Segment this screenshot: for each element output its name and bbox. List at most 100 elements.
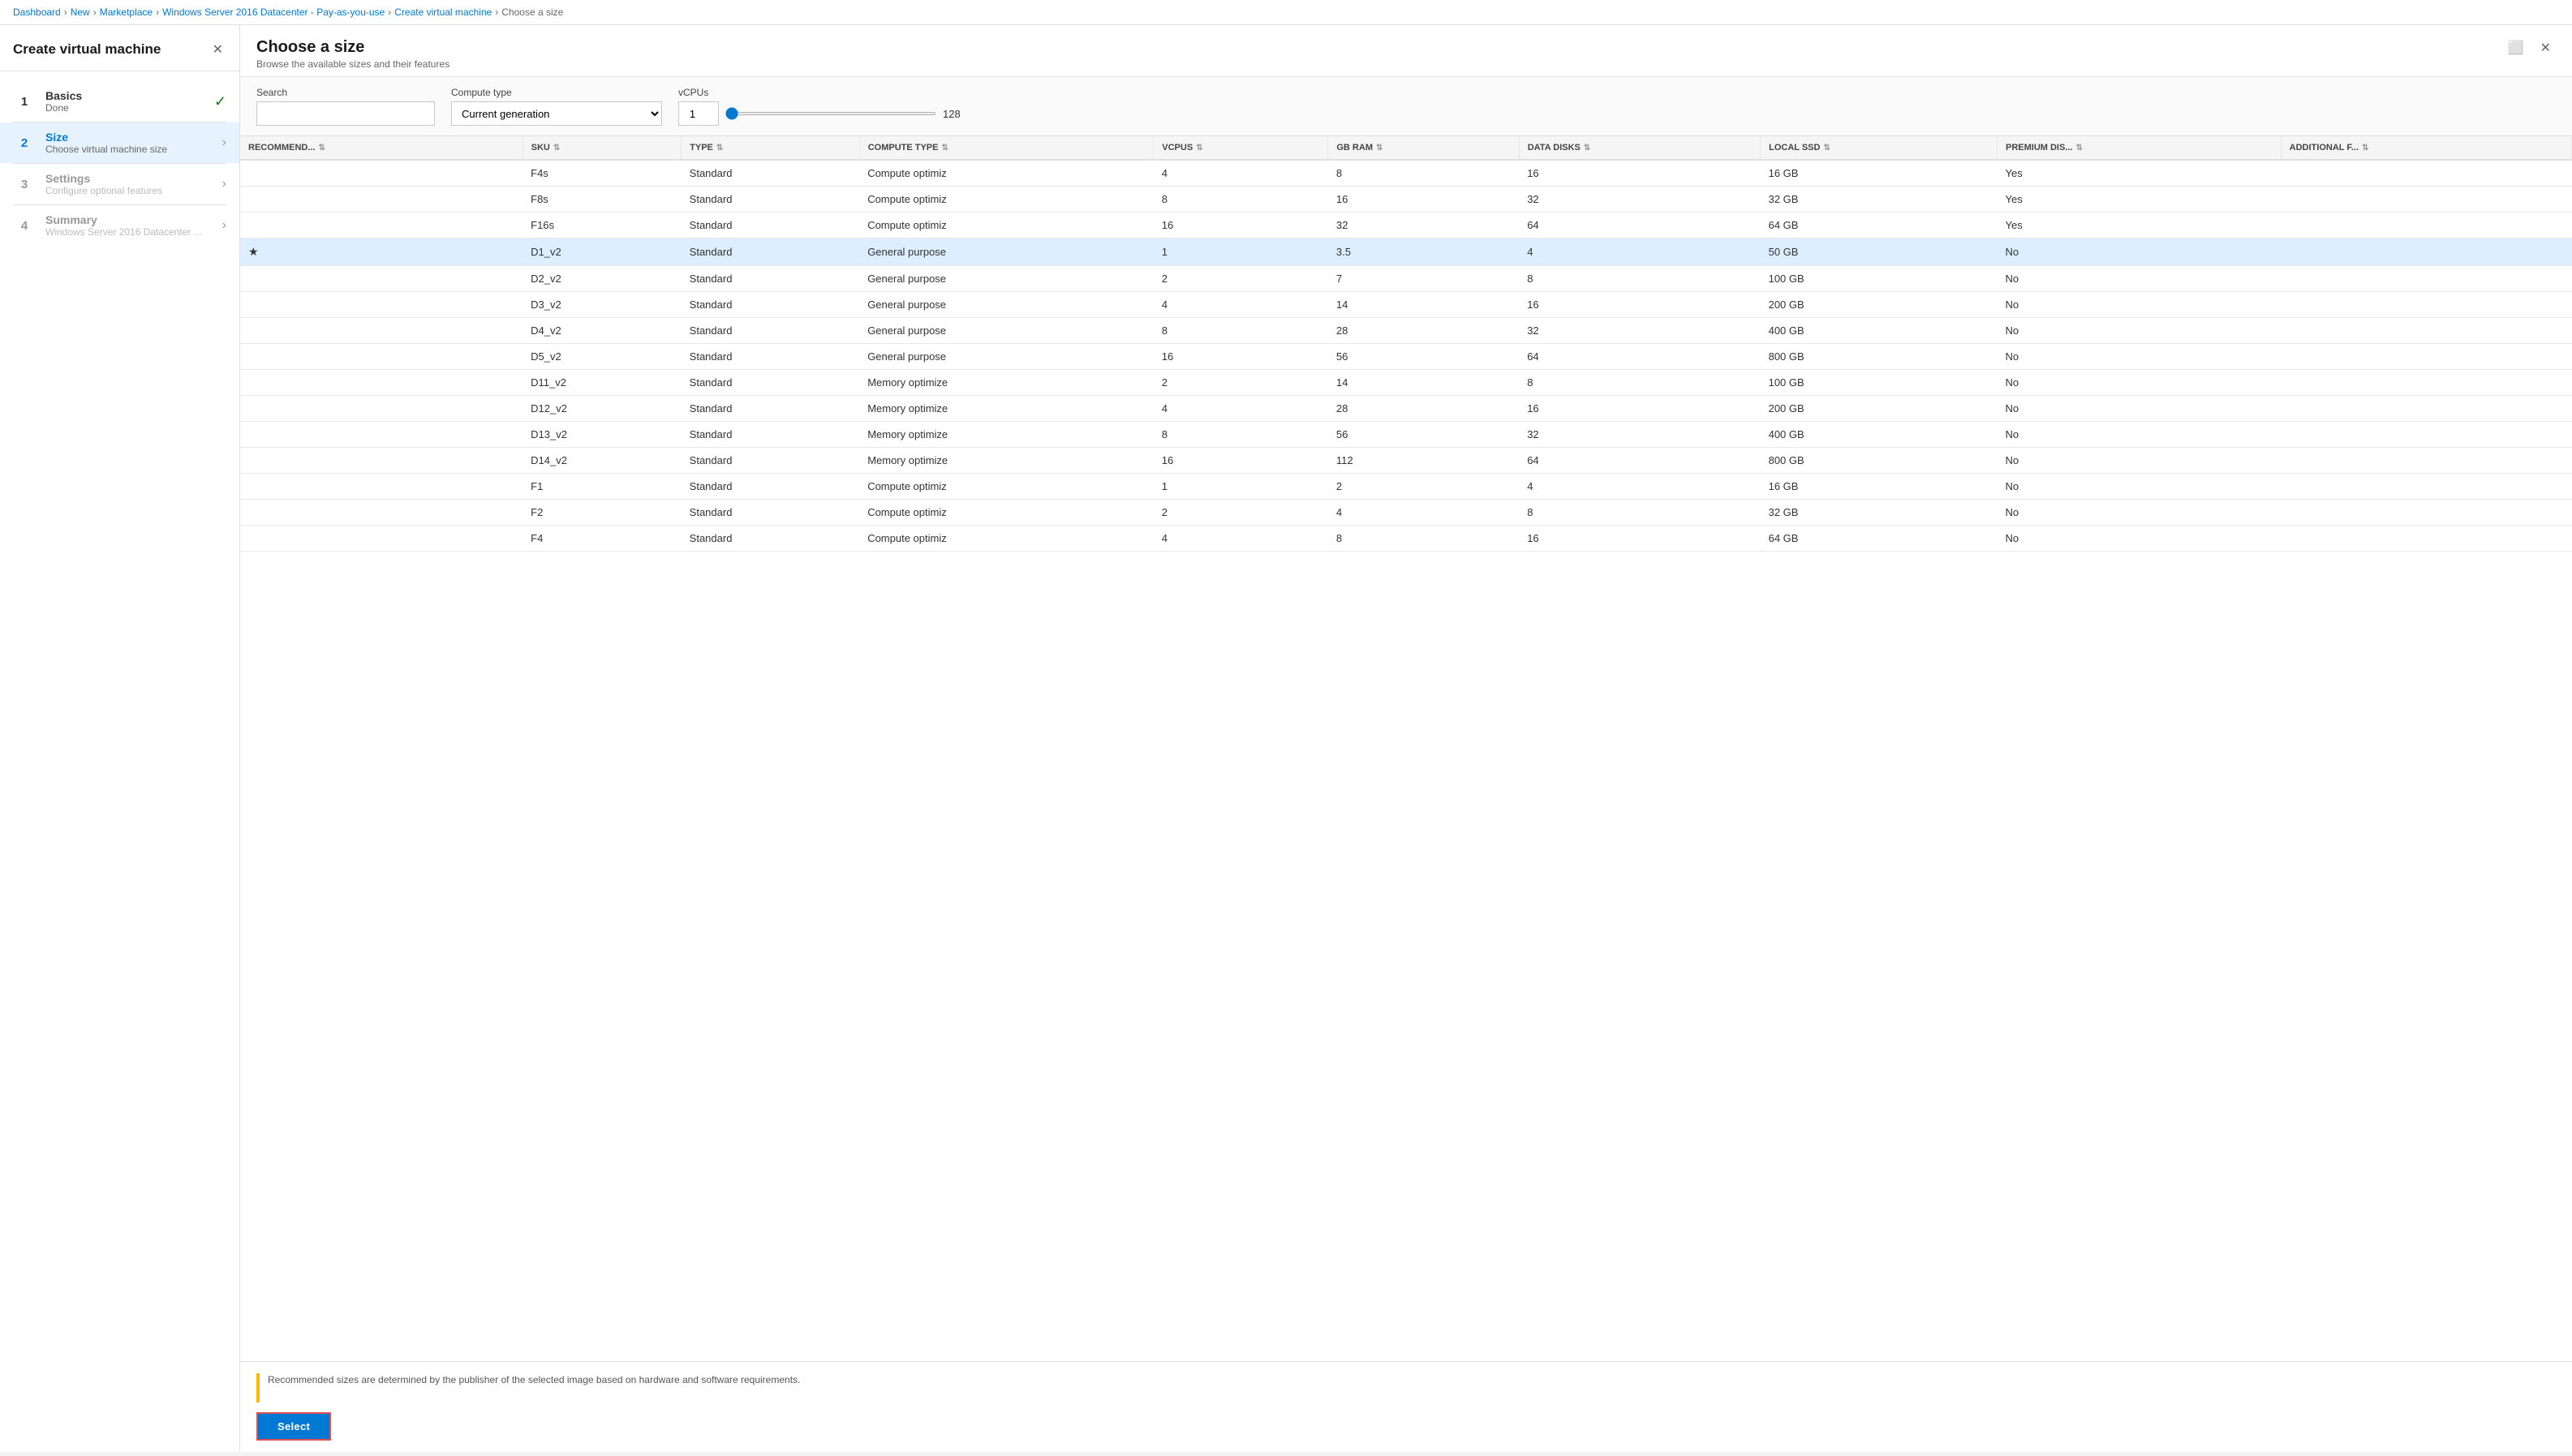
cell-data_disks: 64: [1519, 344, 1760, 370]
cell-local_ssd: 16 GB: [1761, 474, 1998, 500]
col-header-type[interactable]: TYPE⇅: [682, 136, 860, 160]
col-header-local_ssd[interactable]: LOCAL SSD⇅: [1761, 136, 1998, 160]
cell-premium_dis: Yes: [1997, 160, 2281, 187]
table-row[interactable]: ★D1_v2StandardGeneral purpose13.5450 GBN…: [240, 238, 2572, 266]
table-row[interactable]: F16sStandardCompute optimiz16326464 GBYe…: [240, 213, 2572, 238]
close-button[interactable]: ✕: [209, 38, 226, 61]
vcpus-slider[interactable]: [725, 112, 936, 115]
close-window-button[interactable]: ✕: [2535, 38, 2556, 58]
cell-local_ssd: 100 GB: [1761, 370, 1998, 396]
cell-compute_type: General purpose: [859, 238, 1154, 266]
table-row[interactable]: D4_v2StandardGeneral purpose82832400 GBN…: [240, 318, 2572, 344]
page-title: Choose a size: [256, 38, 449, 57]
step-arrow-icon: ›: [222, 135, 226, 150]
cell-data_disks: 8: [1519, 500, 1760, 526]
step-name: Basics: [45, 89, 214, 102]
cell-premium_dis: No: [1997, 500, 2281, 526]
cell-vcpus: 8: [1154, 187, 1328, 213]
cell-sku: F8s: [523, 187, 682, 213]
cell-local_ssd: 50 GB: [1761, 238, 1998, 266]
cell-sku: D2_v2: [523, 266, 682, 292]
cell-compute_type: Compute optimiz: [859, 474, 1154, 500]
col-header-additional_f[interactable]: ADDITIONAL F...⇅: [2281, 136, 2571, 160]
footer-note: Recommended sizes are determined by the …: [256, 1373, 2556, 1402]
step-arrow-icon: ›: [222, 177, 226, 191]
table-row[interactable]: F4sStandardCompute optimiz481616 GBYes: [240, 160, 2572, 187]
cell-sku: D3_v2: [523, 292, 682, 318]
panel-title: Create virtual machine: [13, 41, 161, 58]
table-row[interactable]: F1StandardCompute optimiz12416 GBNo: [240, 474, 2572, 500]
table-row[interactable]: F4StandardCompute optimiz481664 GBNo: [240, 526, 2572, 552]
cell-compute_type: Memory optimize: [859, 448, 1154, 474]
table-row[interactable]: F2StandardCompute optimiz24832 GBNo: [240, 500, 2572, 526]
step-item-1[interactable]: 1 Basics Done ✓: [0, 81, 239, 122]
cell-sku: D5_v2: [523, 344, 682, 370]
cell-vcpus: 1: [1154, 238, 1328, 266]
cell-type: Standard: [682, 526, 860, 552]
breadcrumb-new[interactable]: New: [71, 6, 90, 18]
breadcrumb-windows-server[interactable]: Windows Server 2016 Datacenter - Pay-as-…: [162, 6, 385, 18]
vcpus-min-input[interactable]: [678, 101, 719, 126]
cell-recommended: [240, 187, 523, 213]
cell-gb_ram: 4: [1328, 500, 1519, 526]
table-row[interactable]: F8sStandardCompute optimiz8163232 GBYes: [240, 187, 2572, 213]
cell-gb_ram: 28: [1328, 318, 1519, 344]
cell-sku: D14_v2: [523, 448, 682, 474]
cell-recommended: [240, 344, 523, 370]
cell-type: Standard: [682, 187, 860, 213]
col-header-compute_type[interactable]: COMPUTE TYPE⇅: [859, 136, 1154, 160]
table-row[interactable]: D3_v2StandardGeneral purpose41416200 GBN…: [240, 292, 2572, 318]
table-row[interactable]: D12_v2StandardMemory optimize42816200 GB…: [240, 396, 2572, 422]
table-row[interactable]: D14_v2StandardMemory optimize1611264800 …: [240, 448, 2572, 474]
col-header-data_disks[interactable]: DATA DISKS⇅: [1519, 136, 1760, 160]
cell-additional_f: [2281, 396, 2571, 422]
cell-recommended: [240, 266, 523, 292]
compute-type-select[interactable]: Current generationAllClassic: [451, 101, 662, 126]
col-header-sku[interactable]: SKU⇅: [523, 136, 682, 160]
cell-data_disks: 4: [1519, 474, 1760, 500]
breadcrumb: Dashboard › New › Marketplace › Windows …: [0, 0, 2572, 25]
breadcrumb-create-vm[interactable]: Create virtual machine: [394, 6, 492, 18]
cell-type: Standard: [682, 213, 860, 238]
col-header-gb_ram[interactable]: GB RAM⇅: [1328, 136, 1519, 160]
cell-type: Standard: [682, 266, 860, 292]
cell-recommended: [240, 318, 523, 344]
breadcrumb-marketplace[interactable]: Marketplace: [100, 6, 153, 18]
cell-data_disks: 16: [1519, 526, 1760, 552]
step-sub: Done: [45, 102, 214, 114]
table-row[interactable]: D11_v2StandardMemory optimize2148100 GBN…: [240, 370, 2572, 396]
cell-data_disks: 16: [1519, 292, 1760, 318]
minimize-button[interactable]: ⬜: [2503, 38, 2529, 58]
cell-recommended: [240, 292, 523, 318]
table-row[interactable]: D2_v2StandardGeneral purpose278100 GBNo: [240, 266, 2572, 292]
cell-compute_type: Compute optimiz: [859, 160, 1154, 187]
cell-gb_ram: 2: [1328, 474, 1519, 500]
window-controls: ⬜ ✕: [2503, 38, 2556, 58]
cell-vcpus: 2: [1154, 370, 1328, 396]
step-number: 2: [13, 131, 36, 154]
col-header-vcpus[interactable]: VCPUS⇅: [1154, 136, 1328, 160]
table-row[interactable]: D5_v2StandardGeneral purpose165664800 GB…: [240, 344, 2572, 370]
cell-gb_ram: 14: [1328, 370, 1519, 396]
search-input[interactable]: [256, 101, 435, 126]
select-button[interactable]: Select: [256, 1412, 331, 1441]
step-arrow-icon: ›: [222, 218, 226, 233]
cell-type: Standard: [682, 238, 860, 266]
table-container: RECOMMEND...⇅SKU⇅TYPE⇅COMPUTE TYPE⇅VCPUS…: [240, 136, 2572, 1361]
cell-vcpus: 1: [1154, 474, 1328, 500]
table-row[interactable]: D13_v2StandardMemory optimize85632400 GB…: [240, 422, 2572, 448]
cell-gb_ram: 112: [1328, 448, 1519, 474]
cell-recommended: ★: [240, 238, 523, 266]
cell-sku: D12_v2: [523, 396, 682, 422]
cell-sku: D4_v2: [523, 318, 682, 344]
col-header-premium_dis[interactable]: PREMIUM DIS...⇅: [1997, 136, 2281, 160]
cell-type: Standard: [682, 396, 860, 422]
cell-data_disks: 8: [1519, 266, 1760, 292]
breadcrumb-dashboard[interactable]: Dashboard: [13, 6, 61, 18]
cell-premium_dis: No: [1997, 474, 2281, 500]
cell-sku: D1_v2: [523, 238, 682, 266]
cell-premium_dis: No: [1997, 526, 2281, 552]
step-item-2[interactable]: 2 Size Choose virtual machine size ›: [0, 122, 239, 163]
col-header-recommended[interactable]: RECOMMEND...⇅: [240, 136, 523, 160]
cell-local_ssd: 32 GB: [1761, 500, 1998, 526]
